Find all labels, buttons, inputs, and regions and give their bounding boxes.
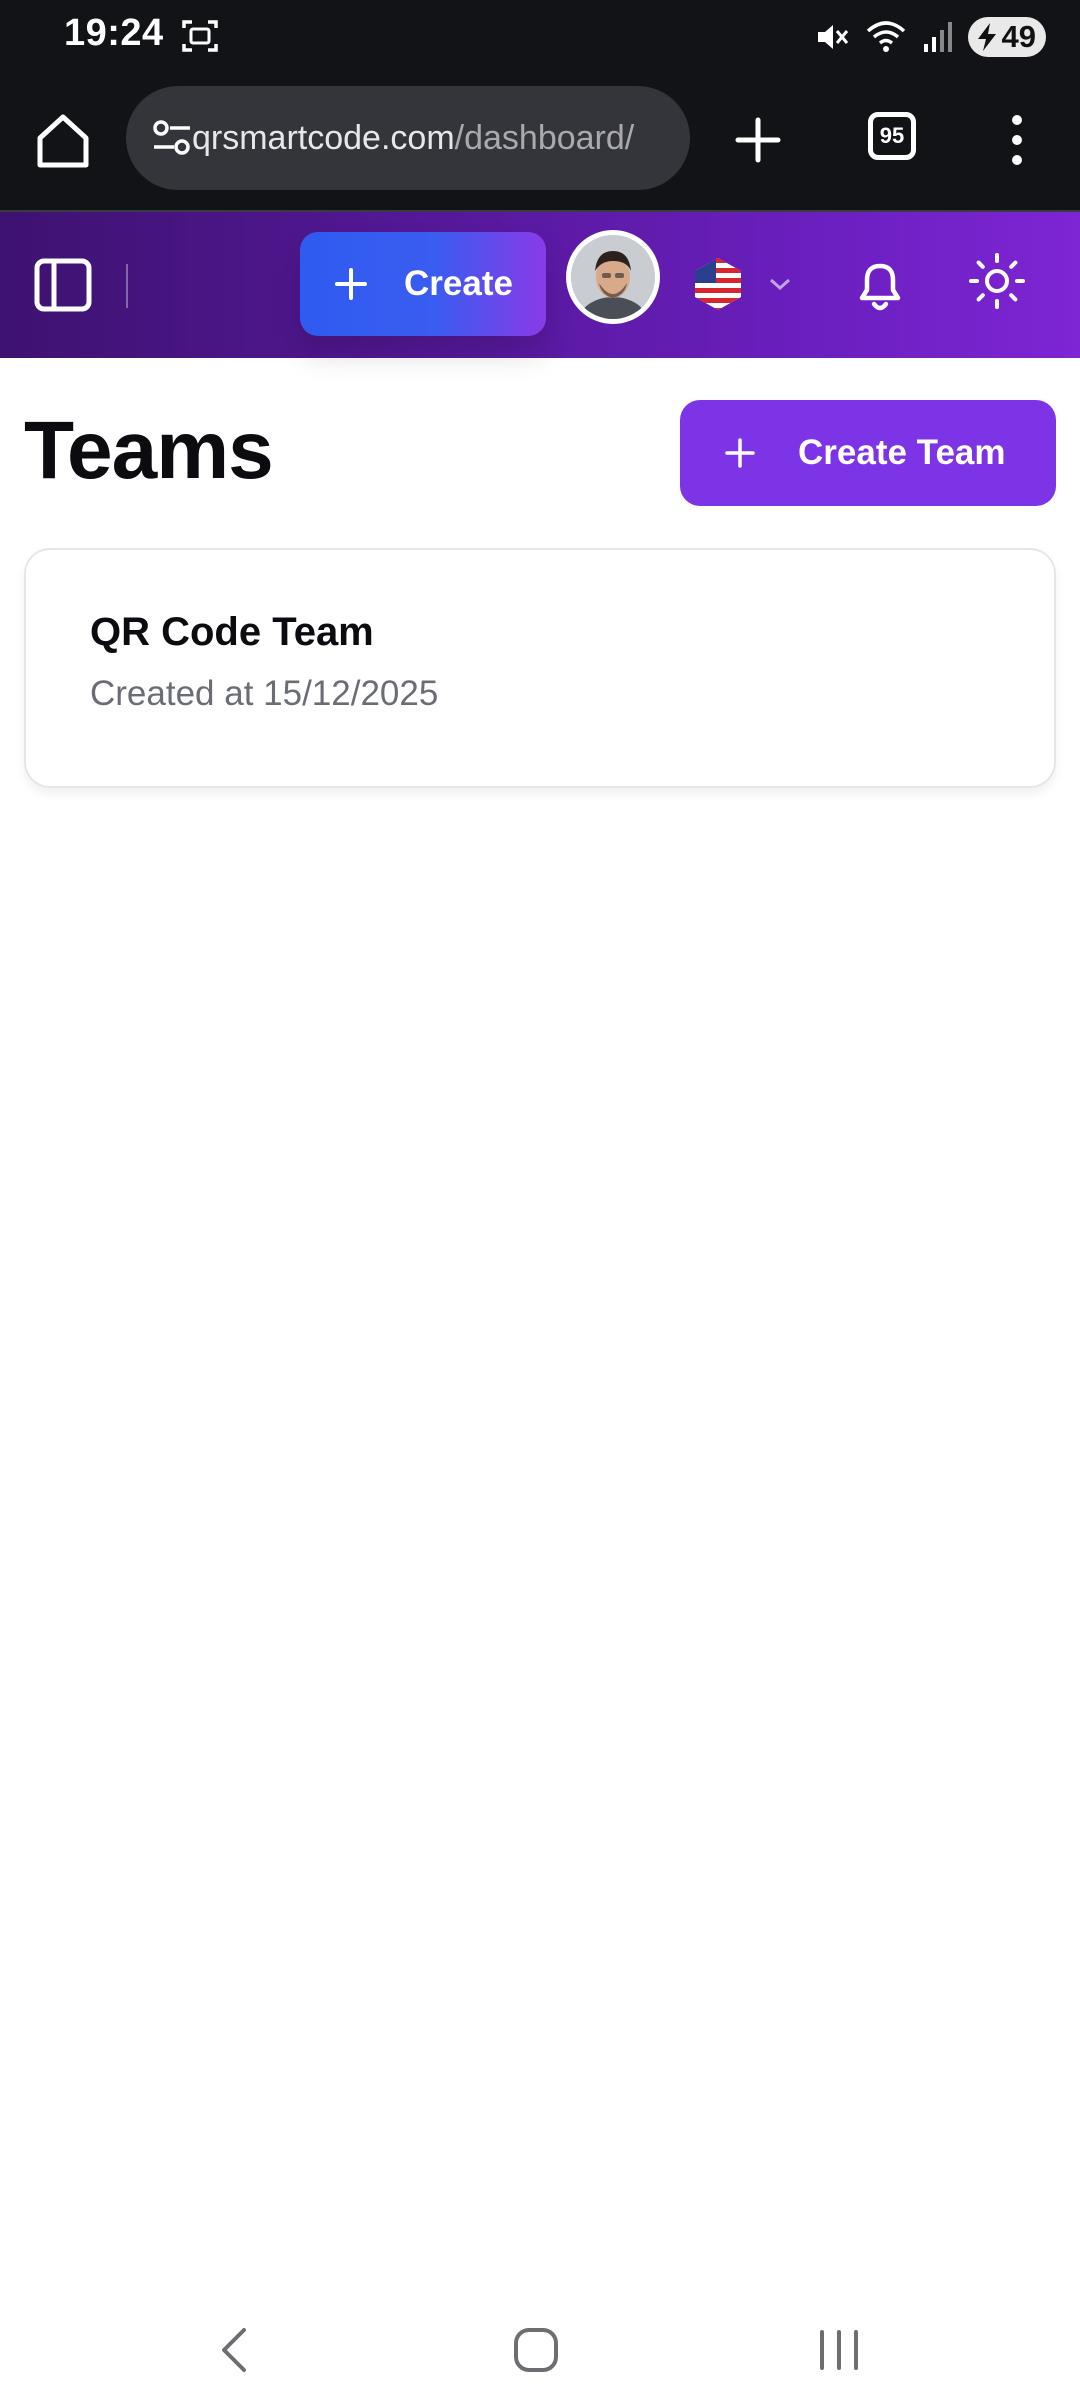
tab-switcher-button[interactable]: 95 bbox=[868, 112, 916, 160]
status-icons: 49 bbox=[814, 14, 1046, 60]
plus-icon bbox=[725, 438, 755, 468]
chevron-down-icon[interactable] bbox=[768, 274, 792, 294]
sidebar-toggle-icon[interactable] bbox=[34, 258, 92, 312]
create-team-label: Create Team bbox=[798, 433, 1006, 472]
team-created-date: Created at 15/12/2025 bbox=[90, 674, 439, 713]
home-icon[interactable] bbox=[34, 112, 92, 170]
url-text: qrsmartcode.com/dashboard/ bbox=[192, 119, 634, 158]
create-button[interactable]: Create bbox=[300, 232, 546, 336]
browser-toolbar: qrsmartcode.com/dashboard/ 95 bbox=[0, 76, 1080, 212]
create-team-button[interactable]: Create Team bbox=[680, 400, 1056, 506]
recents-icon[interactable] bbox=[816, 2326, 862, 2374]
address-bar[interactable]: qrsmartcode.com/dashboard/ bbox=[126, 86, 690, 190]
mute-icon bbox=[818, 25, 849, 49]
new-tab-icon[interactable] bbox=[730, 112, 786, 168]
url-host: qrsmartcode.com bbox=[192, 118, 455, 157]
header-divider bbox=[126, 264, 128, 308]
battery-level: 49 bbox=[1001, 19, 1036, 54]
tab-count: 95 bbox=[879, 123, 905, 148]
avatar[interactable] bbox=[566, 230, 660, 324]
site-settings-icon[interactable] bbox=[150, 116, 194, 160]
sun-icon[interactable] bbox=[968, 252, 1026, 310]
team-card[interactable]: QR Code Team Created at 15/12/2025 bbox=[24, 548, 1056, 788]
more-menu-icon[interactable] bbox=[1002, 112, 1032, 168]
wifi-icon bbox=[866, 21, 906, 52]
system-nav-bar bbox=[0, 2300, 1080, 2408]
plus-icon bbox=[335, 268, 367, 300]
status-time: 19:24 bbox=[64, 12, 164, 54]
status-bar: 19:24 49 bbox=[0, 0, 1080, 76]
app-header: Create bbox=[0, 212, 1080, 358]
us-flag-icon[interactable] bbox=[692, 256, 744, 312]
home-nav-icon[interactable] bbox=[512, 2326, 560, 2374]
screenshot-icon bbox=[182, 20, 218, 52]
screen: 19:24 49 qrsmartcode.com/dashboard/ 95 C… bbox=[0, 0, 1080, 2408]
bell-icon[interactable] bbox=[852, 256, 908, 316]
create-button-label: Create bbox=[404, 264, 513, 303]
back-icon[interactable] bbox=[214, 2324, 254, 2376]
page-title: Teams bbox=[24, 405, 274, 496]
team-name: QR Code Team bbox=[90, 610, 374, 654]
signal-icon bbox=[924, 22, 952, 52]
battery-icon: 49 bbox=[968, 17, 1046, 57]
avatar-image bbox=[571, 235, 655, 319]
url-path: /dashboard/ bbox=[454, 118, 635, 157]
